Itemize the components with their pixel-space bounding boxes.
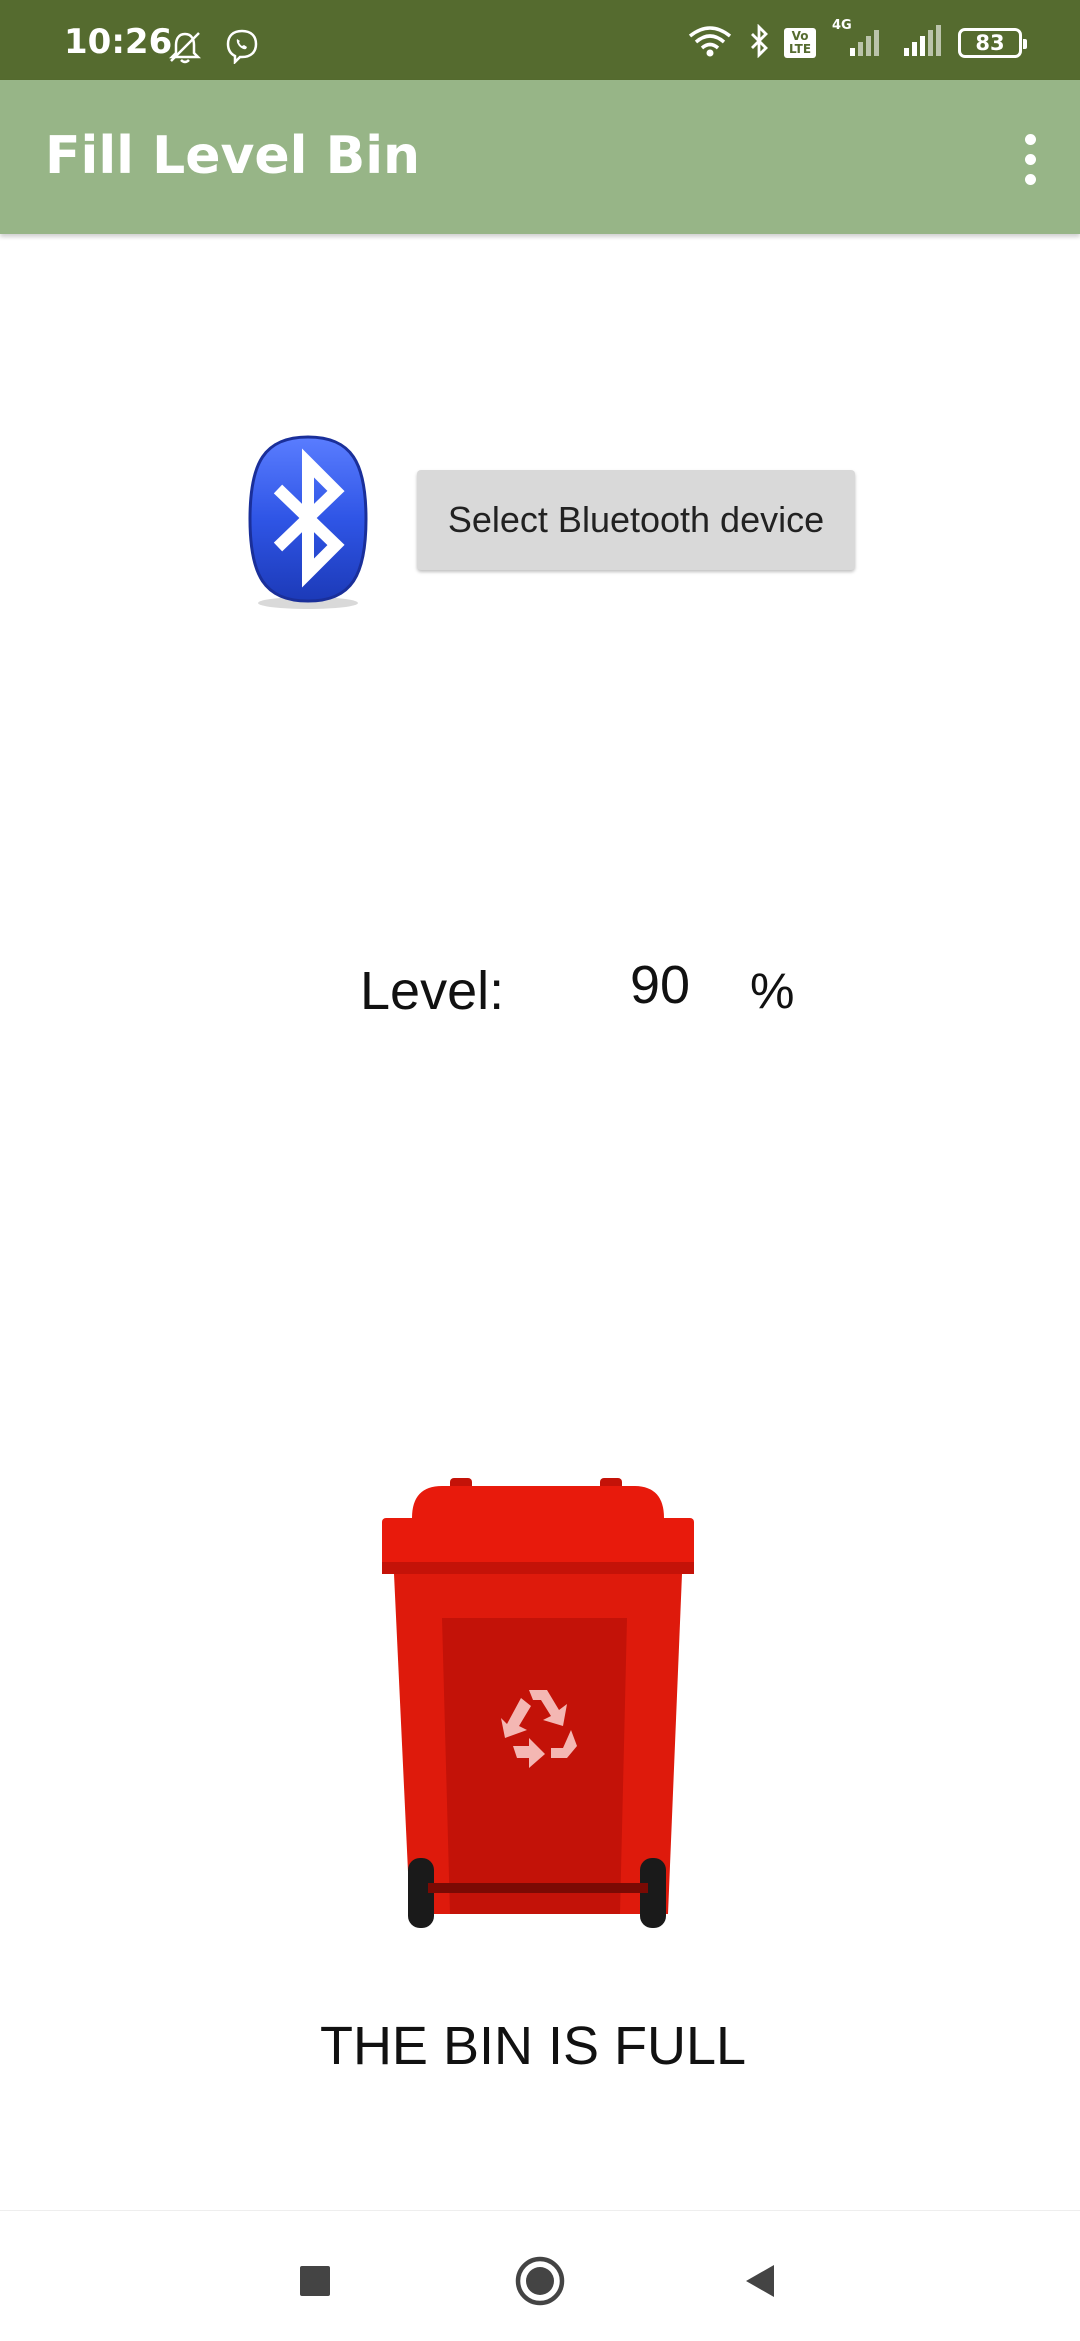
status-left-icons xyxy=(166,28,260,70)
battery-icon: 83 xyxy=(958,28,1027,58)
volte-icon: Vo LTE xyxy=(784,28,816,58)
level-value: 90 xyxy=(630,955,691,1015)
wifi-icon xyxy=(686,24,734,62)
signal-4g-icon: 4G xyxy=(830,18,886,62)
home-icon[interactable] xyxy=(510,2251,570,2311)
bluetooth-icon[interactable] xyxy=(244,433,372,611)
level-label: Level: xyxy=(360,961,505,1021)
recycle-bin-icon xyxy=(372,1478,702,1938)
bluetooth-status-icon xyxy=(748,23,770,62)
level-unit: % xyxy=(750,963,795,1019)
back-icon[interactable] xyxy=(730,2251,790,2311)
status-time: 10:26 xyxy=(64,22,173,62)
viber-icon xyxy=(224,28,260,70)
navigation-bar xyxy=(0,2210,1080,2341)
signal-icon xyxy=(900,24,944,62)
menu-dot xyxy=(1024,153,1036,165)
select-bluetooth-device-button[interactable]: Select Bluetooth device xyxy=(417,470,855,570)
status-bar: 10:26 Vo LTE 4G 83 xyxy=(0,0,1080,80)
network-type-label: 4G xyxy=(832,18,852,33)
overflow-menu-icon[interactable] xyxy=(1000,124,1060,194)
app-bar: Fill Level Bin xyxy=(0,80,1080,234)
bin-status-text: THE BIN IS FULL xyxy=(319,2016,747,2076)
mute-bell-icon xyxy=(166,28,204,70)
menu-dot xyxy=(1024,133,1036,145)
menu-dot xyxy=(1024,173,1036,185)
app-title: Fill Level Bin xyxy=(45,126,421,186)
status-right-icons: Vo LTE 4G 83 xyxy=(686,18,1027,62)
recents-icon[interactable] xyxy=(285,2251,345,2311)
